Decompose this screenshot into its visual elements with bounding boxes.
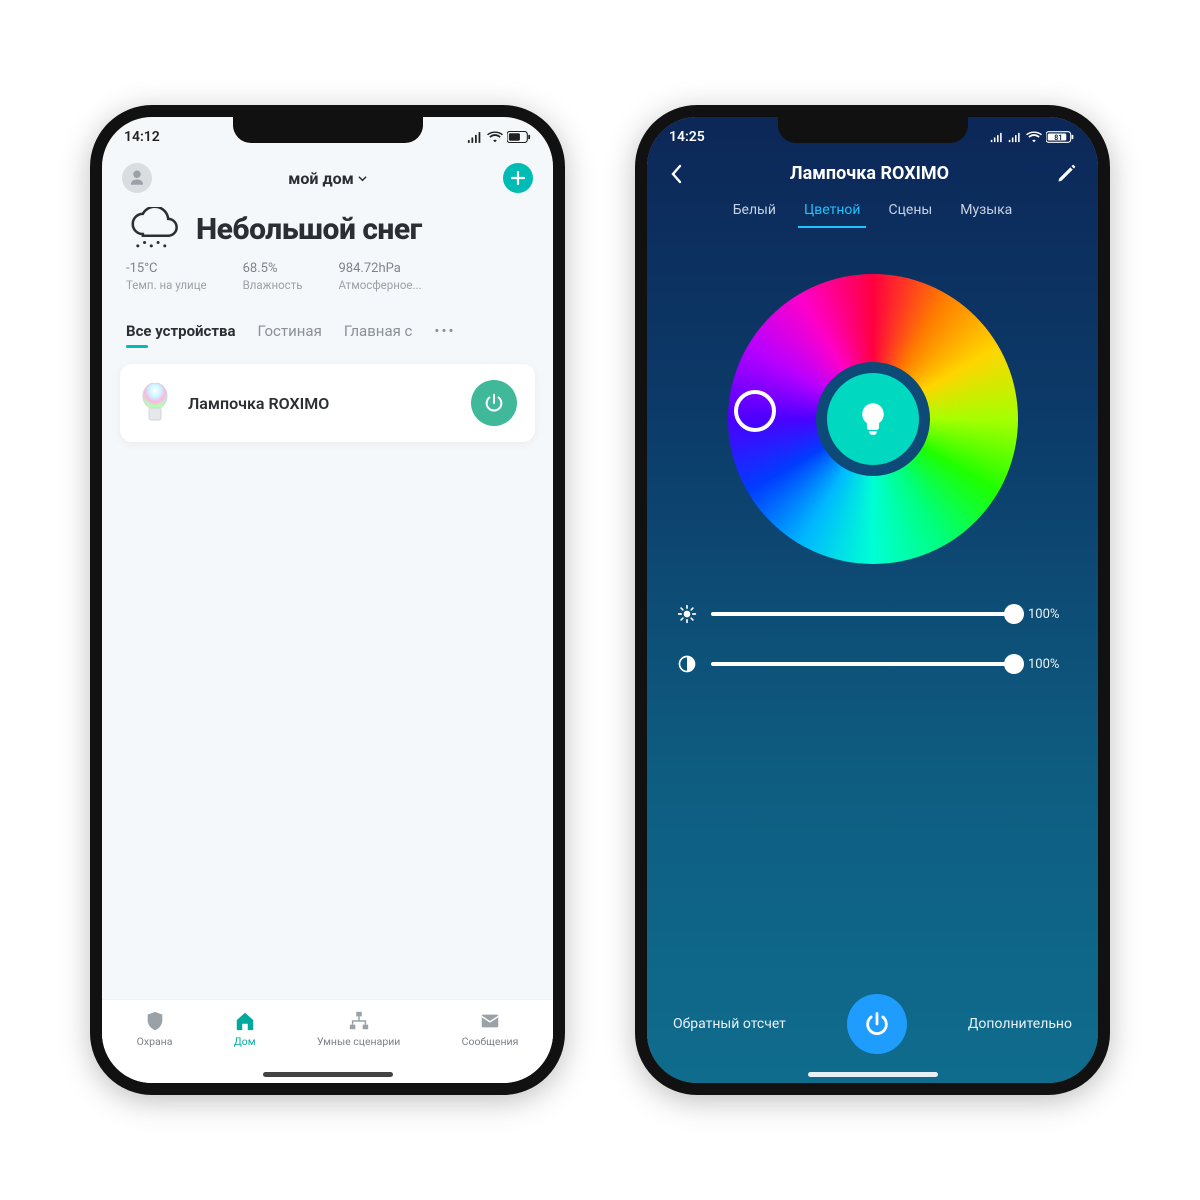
nav-security-label: Охрана — [137, 1035, 173, 1048]
status-icons: 81 — [990, 131, 1076, 143]
tabs-more[interactable]: ••• — [434, 322, 455, 340]
edit-button[interactable] — [1056, 164, 1076, 184]
brightness-value: 100% — [1028, 607, 1068, 622]
brightness-slider-row: 100% — [647, 574, 1098, 624]
tab-living-room[interactable]: Гостиная — [258, 322, 322, 340]
humidity-label: Влажность — [243, 278, 303, 292]
phone-lamp-control: 14:25 81 Лампочка ROXIMO Белый Цветной С… — [635, 105, 1110, 1095]
phone-notch — [233, 117, 423, 143]
device-power-button[interactable] — [471, 380, 517, 426]
weather-title: Небольшой снег — [196, 212, 422, 247]
scenarios-icon — [348, 1010, 370, 1032]
mail-icon — [479, 1010, 501, 1032]
wifi-icon — [1026, 131, 1042, 143]
more-link[interactable]: Дополнительно — [968, 1016, 1072, 1032]
status-time: 14:12 — [124, 129, 160, 145]
tab-all-devices[interactable]: Все устройства — [126, 322, 236, 340]
mode-tab-scenes[interactable]: Сцены — [888, 202, 932, 218]
house-selector[interactable]: мой дом — [288, 169, 367, 188]
weather-pressure: 984.72hPa Атмосферное... — [338, 261, 421, 292]
nav-scenarios[interactable]: Умные сценарии — [317, 1010, 400, 1048]
saturation-slider[interactable] — [711, 662, 1014, 666]
phone-notch — [778, 117, 968, 143]
pencil-icon — [1056, 164, 1076, 184]
phone-home: 14:12 мой дом — [90, 105, 565, 1095]
tab-main-room[interactable]: Главная с — [344, 322, 413, 340]
weather-temp: -15°C Темп. на улице — [126, 261, 207, 292]
status-time: 14:25 — [669, 129, 705, 145]
humidity-value: 68.5% — [243, 261, 303, 276]
mode-tab-color[interactable]: Цветной — [804, 202, 860, 218]
bulb-icon — [858, 402, 888, 436]
device-card[interactable]: Лампочка ROXIMO — [120, 364, 535, 442]
color-wheel[interactable] — [728, 274, 1018, 564]
signal-icon — [467, 132, 483, 143]
temp-value: -15°C — [126, 261, 207, 276]
cloud-snow-icon — [126, 207, 180, 251]
lamp-power-button[interactable] — [847, 994, 907, 1054]
mode-tab-white[interactable]: Белый — [733, 202, 776, 218]
nav-home-label: Дом — [234, 1035, 256, 1048]
brightness-icon_sun-icon — [677, 604, 697, 624]
person-icon — [128, 169, 146, 187]
pressure-label: Атмосферное... — [338, 278, 421, 292]
temp-label: Темп. на улице — [126, 278, 207, 292]
nav-messages-label: Сообщения — [462, 1035, 519, 1048]
page-title: Лампочка ROXIMO — [790, 163, 949, 184]
profile-avatar[interactable] — [122, 163, 152, 193]
bottom-nav: Охрана Дом Умные сценарии Сообщения — [102, 999, 553, 1083]
weather-humidity: 68.5% Влажность — [243, 261, 303, 292]
battery-percent: 81 — [1054, 133, 1062, 142]
back-button[interactable] — [669, 164, 683, 184]
device-name: Лампочка ROXIMO — [188, 394, 455, 413]
home-indicator[interactable] — [263, 1072, 393, 1077]
signal-icon-2 — [1008, 132, 1022, 143]
pressure-value: 984.72hPa — [338, 261, 421, 276]
nav-messages[interactable]: Сообщения — [462, 1010, 519, 1048]
contrast-icon — [677, 654, 697, 674]
mode-tab-music[interactable]: Музыка — [960, 202, 1012, 218]
battery-icon — [507, 131, 531, 143]
plus-icon — [510, 170, 526, 186]
home-indicator[interactable] — [808, 1072, 938, 1077]
add-button[interactable] — [503, 163, 533, 193]
brightness-slider[interactable] — [711, 612, 1014, 616]
battery-icon: 81 — [1046, 131, 1076, 143]
nav-security[interactable]: Охрана — [137, 1010, 173, 1048]
color-wheel-cursor[interactable] — [734, 390, 776, 432]
saturation-slider-row: 100% — [647, 624, 1098, 674]
nav-home[interactable]: Дом — [234, 1010, 256, 1048]
status-icons — [467, 131, 531, 143]
weather-widget: Небольшой снег -15°C Темп. на улице 68.5… — [102, 197, 553, 300]
signal-icon — [990, 132, 1004, 143]
slider-thumb[interactable] — [1004, 604, 1024, 624]
slider-thumb[interactable] — [1004, 654, 1024, 674]
chevron-down-icon — [358, 174, 367, 183]
power-icon — [483, 392, 505, 414]
home-icon — [234, 1010, 256, 1032]
bulb-icon — [138, 383, 172, 423]
saturation-value: 100% — [1028, 657, 1068, 672]
color-wheel-center[interactable] — [827, 373, 919, 465]
nav-scenarios-label: Умные сценарии — [317, 1035, 400, 1048]
chevron-left-icon — [669, 164, 683, 184]
shield-icon — [144, 1010, 166, 1032]
countdown-link[interactable]: Обратный отсчет — [673, 1016, 786, 1032]
power-icon — [863, 1010, 891, 1038]
house-name: мой дом — [288, 169, 354, 188]
wifi-icon — [487, 131, 503, 143]
